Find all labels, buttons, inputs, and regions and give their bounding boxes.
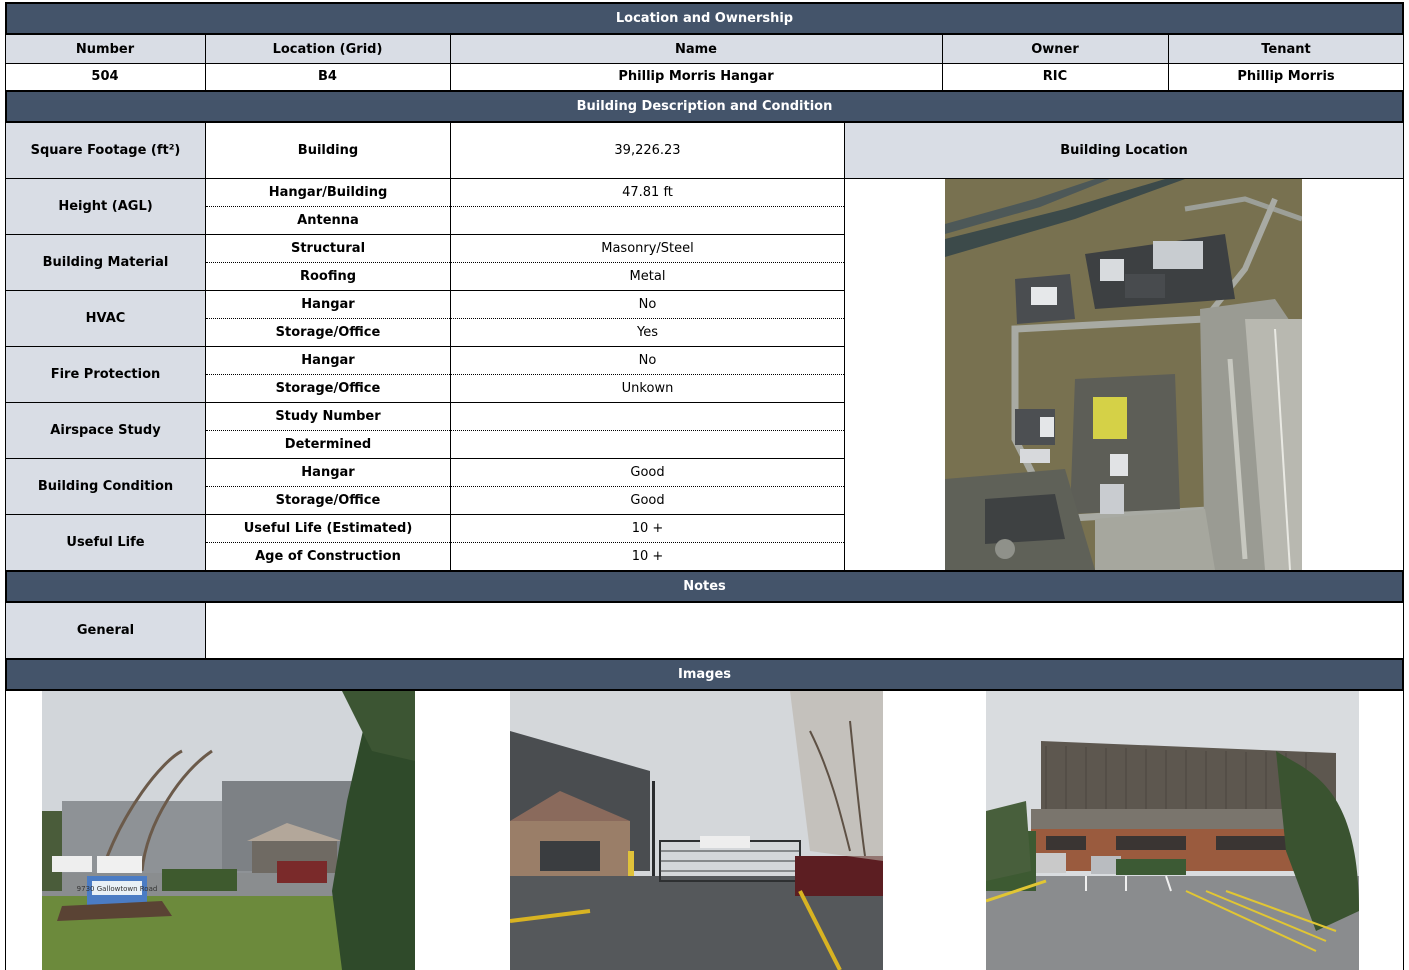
notes-general-label: General: [6, 603, 205, 658]
grid-line: [5, 234, 845, 235]
row-value: Good: [630, 465, 665, 480]
value-location-grid: B4: [318, 69, 337, 84]
grid-line: [5, 514, 845, 515]
grid-line: [1403, 691, 1404, 970]
header-number: Number: [75, 41, 135, 57]
grid-line: [844, 123, 845, 571]
grid-line: [1403, 123, 1404, 571]
sub-label: Hangar: [301, 465, 355, 480]
square-footage-label: Square Footage (ft²): [6, 123, 205, 178]
sub-label: Antenna: [297, 213, 359, 228]
value-owner: RIC: [1042, 69, 1068, 84]
row-value: Good: [630, 493, 665, 508]
row-value: 47.81 ft: [622, 185, 673, 200]
grid-line: [1403, 35, 1404, 90]
square-footage-sub: Building: [297, 143, 359, 158]
aerial-map-image: [945, 179, 1302, 570]
building-photo-front: 9730 Gallowtown Road: [42, 691, 415, 970]
grid-line: [450, 35, 451, 90]
sub-label: Storage/Office: [275, 381, 381, 396]
row-value: [451, 403, 844, 430]
group-label-airspace-study: Airspace Study: [6, 403, 205, 458]
header-name: Name: [674, 41, 717, 57]
row-value: No: [638, 297, 657, 312]
sub-label: Study Number: [275, 409, 381, 424]
ownership-header-row: Number Location (Grid) Name Owner Tenant: [5, 35, 1404, 63]
row-value: Metal: [629, 269, 666, 284]
sub-label: Hangar: [301, 297, 355, 312]
grid-line: [5, 458, 845, 459]
sub-label: Age of Construction: [255, 549, 401, 564]
value-tenant: Phillip Morris: [1237, 69, 1335, 84]
sub-label: Hangar: [301, 353, 355, 368]
group-label-hvac: HVAC: [6, 291, 205, 346]
grid-line: [942, 35, 943, 90]
sub-label: Hangar/Building: [268, 185, 388, 200]
header-owner: Owner: [1031, 41, 1079, 57]
grid-line: [205, 35, 206, 90]
group-label-useful-life: Useful Life: [6, 515, 205, 570]
section-header-description: Building Description and Condition: [5, 90, 1404, 123]
grid-line: [5, 63, 1404, 64]
group-label-fire-protection: Fire Protection: [6, 347, 205, 402]
grid-line: [206, 374, 844, 375]
group-label-height: Height (AGL): [6, 179, 205, 234]
value-number: 504: [91, 69, 119, 84]
grid-line: [206, 430, 844, 431]
square-footage-value: 39,226.23: [614, 143, 681, 158]
building-photo-gate: [510, 691, 883, 970]
section-header-notes: Notes: [5, 570, 1404, 603]
grid-line: [206, 542, 844, 543]
grid-line: [1168, 35, 1169, 90]
row-value: [451, 431, 844, 458]
section-header-ownership: Location and Ownership: [5, 2, 1404, 35]
group-label-building-material: Building Material: [6, 235, 205, 290]
grid-line: [206, 318, 844, 319]
building-photo-hangar: [986, 691, 1359, 970]
row-value: Yes: [637, 325, 658, 340]
grid-line: [5, 603, 6, 658]
row-value: 10 +: [631, 521, 664, 536]
grid-line: [5, 35, 6, 90]
row-value: Unkown: [621, 381, 674, 396]
row-value: [451, 207, 844, 234]
grid-line: [5, 290, 845, 291]
grid-line: [205, 123, 206, 571]
row-value: 10 +: [631, 549, 664, 564]
grid-line: [206, 262, 844, 263]
grid-line: [5, 691, 6, 970]
grid-line: [206, 206, 844, 207]
grid-line: [450, 123, 451, 571]
sub-label: Roofing: [299, 269, 357, 284]
row-value: No: [638, 353, 657, 368]
sub-label: Storage/Office: [275, 325, 381, 340]
grid-line: [206, 486, 844, 487]
grid-line: [205, 603, 206, 658]
grid-line: [1403, 603, 1404, 658]
grid-line: [5, 123, 6, 571]
header-tenant: Tenant: [1261, 41, 1311, 57]
sign-text: 9730 Gallowtown Road: [77, 885, 158, 893]
grid-line: [5, 346, 845, 347]
section-header-images: Images: [5, 658, 1404, 691]
group-label-building-condition: Building Condition: [6, 459, 205, 514]
value-name: Phillip Morris Hangar: [618, 69, 774, 84]
sub-label: Determined: [284, 437, 372, 452]
grid-line: [5, 402, 845, 403]
sub-label: Structural: [290, 241, 366, 256]
sub-label: Useful Life (Estimated): [243, 521, 413, 536]
ownership-value-row: 504 B4 Phillip Morris Hangar RIC Phillip…: [5, 63, 1404, 90]
sub-label: Storage/Office: [275, 493, 381, 508]
notes-general-value: [206, 603, 1403, 658]
row-value: Masonry/Steel: [601, 241, 694, 256]
building-location-label: Building Location: [845, 123, 1403, 178]
header-location-grid: Location (Grid): [272, 41, 383, 57]
